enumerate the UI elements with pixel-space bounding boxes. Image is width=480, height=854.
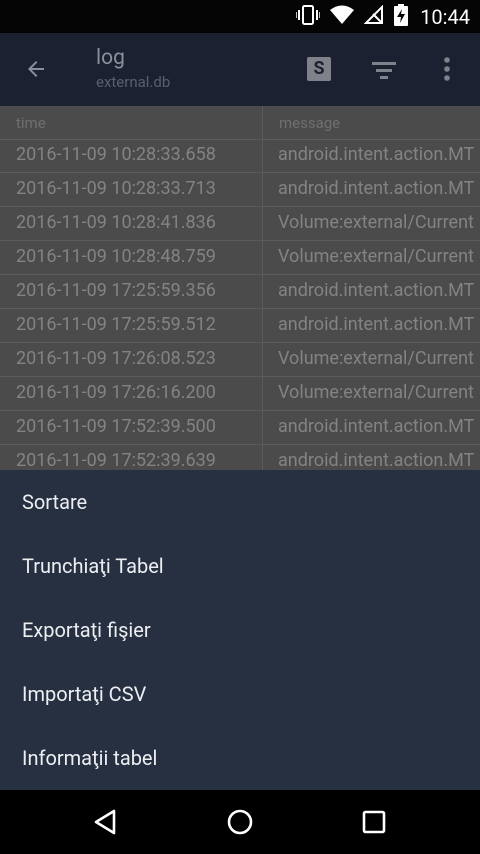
sql-button[interactable]: S [307,57,331,81]
navigation-bar [0,790,480,854]
table-row[interactable]: 2016-11-09 10:28:33.713 android.intent.a… [0,173,480,207]
cell-time: 2016-11-09 17:26:08.523 [16,348,216,369]
cell-time: 2016-11-09 10:28:33.713 [16,178,216,199]
table-row[interactable]: 2016-11-09 10:28:41.836 Volume:external/… [0,207,480,241]
title-block: log external.db [96,45,170,92]
no-signal-icon [363,4,384,29]
column-header-message[interactable]: message [279,114,340,132]
cell-time: 2016-11-09 10:28:48.759 [16,246,216,267]
table-row[interactable]: 2016-11-09 17:26:08.523 Volume:external/… [0,343,480,377]
table-rows: 2016-11-09 10:28:33.658 android.intent.a… [0,139,480,470]
column-header-time[interactable]: time [16,114,46,132]
table-row[interactable]: 2016-11-09 17:26:16.200 Volume:external/… [0,377,480,411]
sql-icon: S [313,58,325,79]
page-subtitle: external.db [96,73,171,91]
cell-message: android.intent.action.MT [278,450,475,470]
more-options-button[interactable] [437,55,457,85]
filter-icon [368,62,400,87]
nav-home-button[interactable] [226,808,254,836]
status-time: 10:44 [420,4,470,29]
cell-message: Volume:external/Current [278,246,474,267]
menu-item-sort[interactable]: Sortare [0,470,480,534]
cell-time: 2016-11-09 17:26:16.200 [16,382,216,403]
cell-time: 2016-11-09 10:28:41.836 [16,212,216,233]
cell-time: 2016-11-09 10:28:33.658 [16,144,216,165]
table-row[interactable]: 2016-11-09 17:52:39.500 android.intent.a… [0,411,480,445]
vibrate-icon [295,4,321,29]
back-button[interactable] [18,53,54,89]
menu-item-import-csv[interactable]: Importaţi CSV [0,662,480,726]
status-icons: 10:44 [295,0,470,33]
cell-message: android.intent.action.MT [278,314,475,335]
table-row[interactable]: 2016-11-09 10:28:48.759 Volume:external/… [0,241,480,275]
table-row[interactable]: 2016-11-09 10:28:33.658 android.intent.a… [0,139,480,173]
cell-time: 2016-11-09 17:25:59.512 [16,314,216,335]
battery-charging-icon [394,3,409,30]
cell-message: android.intent.action.MT [278,416,475,437]
data-table: time message 2016-11-09 10:28:33.658 and… [0,106,480,470]
cell-message: Volume:external/Current [278,212,474,233]
cell-message: android.intent.action.MT [278,178,475,199]
back-triangle-icon [92,809,120,840]
menu-item-table-info[interactable]: Informaţii tabel [0,726,480,790]
cell-message: android.intent.action.MT [278,144,475,165]
cell-message: Volume:external/Current [278,348,474,369]
table-row[interactable]: 2016-11-09 17:25:59.512 android.intent.a… [0,309,480,343]
more-vert-icon [437,57,457,89]
status-bar: 10:44 [0,0,480,33]
table-header: time message [0,106,480,140]
recents-square-icon [360,810,388,840]
table-row[interactable]: 2016-11-09 17:25:59.356 android.intent.a… [0,275,480,309]
cell-time: 2016-11-09 17:52:39.500 [16,416,216,437]
menu-item-truncate-table[interactable]: Trunchiaţi Tabel [0,534,480,598]
menu-item-export-file[interactable]: Exportaţi fişier [0,598,480,662]
wifi-icon [330,5,355,29]
cell-message: Volume:external/Current [278,382,474,403]
cell-time: 2016-11-09 17:25:59.356 [16,280,216,301]
nav-back-button[interactable] [92,808,120,836]
table-row[interactable]: 2016-11-09 17:52:39.639 android.intent.a… [0,445,480,470]
app-bar: log external.db S [0,33,480,106]
bottom-sheet-menu: Sortare Trunchiaţi Tabel Exportaţi fişie… [0,470,480,790]
cell-message: android.intent.action.MT [278,280,475,301]
filter-button[interactable] [368,57,400,83]
cell-time: 2016-11-09 17:52:39.639 [16,450,216,470]
home-circle-icon [226,809,254,840]
nav-recents-button[interactable] [360,808,388,836]
arrow-back-icon [24,57,48,85]
page-title: log [96,46,125,70]
